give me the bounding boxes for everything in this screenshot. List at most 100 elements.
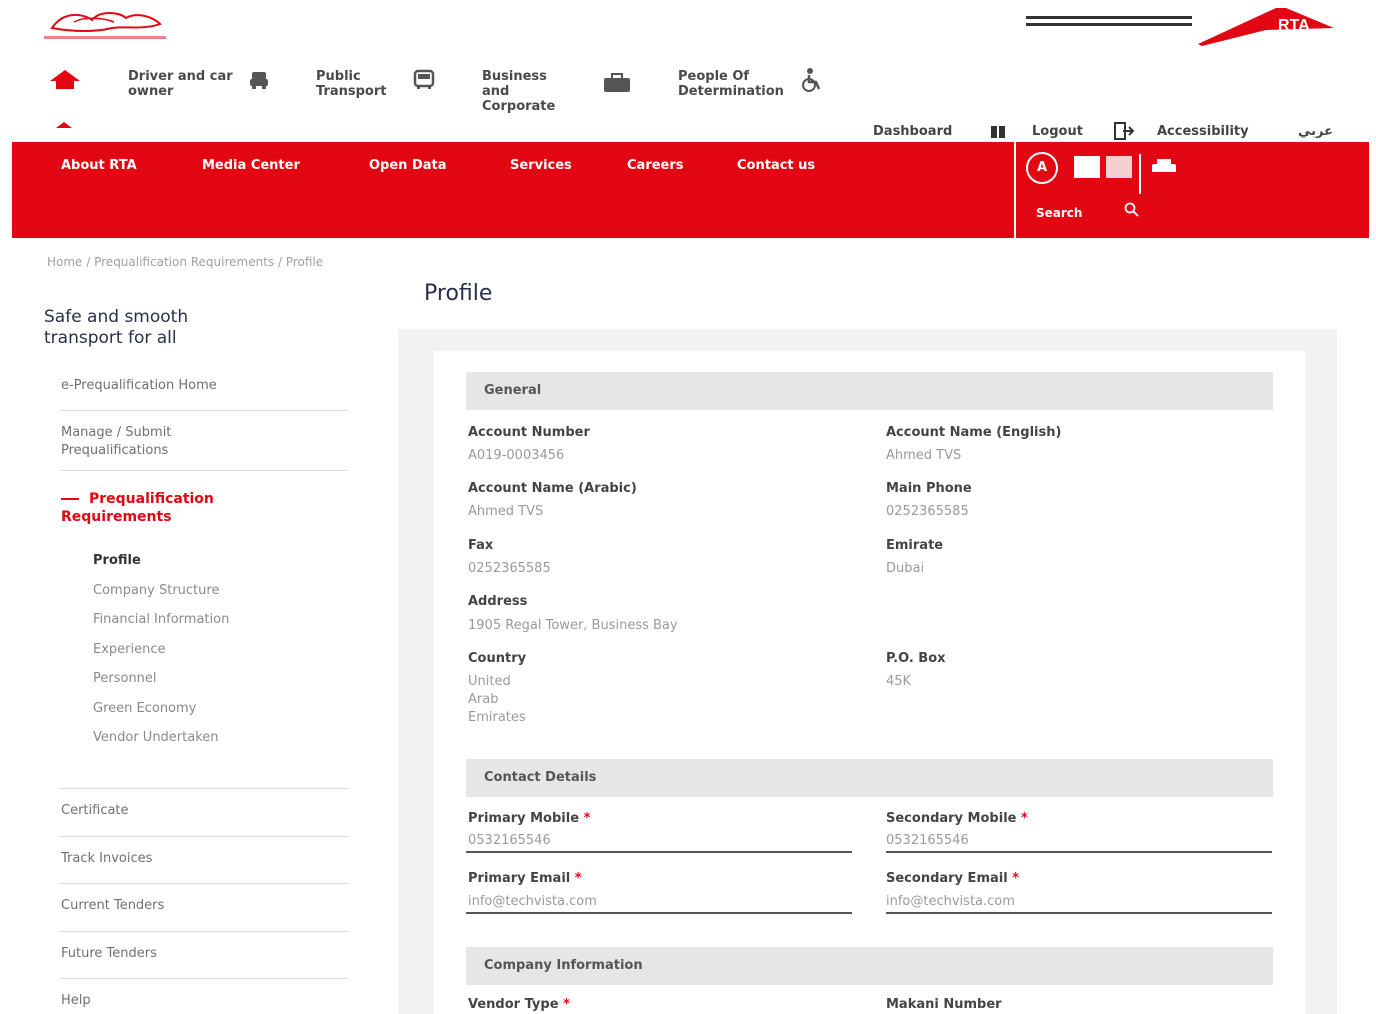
required-marker: * xyxy=(574,871,582,886)
breadcrumb[interactable]: Home / Prequalification Requirements / P… xyxy=(47,255,323,269)
page-title: Profile xyxy=(424,281,493,306)
wheelchair-icon xyxy=(798,67,824,97)
nav-media-center[interactable]: Media Center xyxy=(202,158,300,173)
primary-email-label-text: Primary Email xyxy=(468,871,571,886)
secondary-mobile-field[interactable]: 0532165546 xyxy=(886,832,969,850)
print-icon[interactable] xyxy=(1150,158,1178,178)
sidebar-divider xyxy=(59,978,349,979)
sidebar-item-certificate[interactable]: Certificate xyxy=(61,802,331,820)
secondary-email-field[interactable]: info@techvista.com xyxy=(886,893,1015,911)
category-label: People Of Determination xyxy=(678,69,784,99)
account-name-en-value: Ahmed TVS xyxy=(886,448,962,463)
briefcase-icon xyxy=(602,73,632,97)
sidebar-sub-profile[interactable]: Profile xyxy=(93,553,141,568)
sidebar-divider xyxy=(59,883,349,884)
vendor-type-label: Vendor Type * xyxy=(468,997,570,1012)
account-number-value: A019-0003456 xyxy=(468,448,565,463)
primary-mobile-label-text: Primary Mobile xyxy=(468,811,580,826)
active-dash xyxy=(61,498,79,500)
main-navbar: About RTA Media Center Open Data Service… xyxy=(12,142,1369,238)
main-phone-value: 0252365585 xyxy=(886,504,969,519)
dashboard-label: Dashboard xyxy=(873,124,953,139)
account-name-ar-value: Ahmed TVS xyxy=(468,504,544,519)
nav-open-data[interactable]: Open Data xyxy=(369,158,447,173)
car-icon xyxy=(248,69,270,95)
secondary-mobile-label-text: Secondary Mobile xyxy=(886,811,1017,826)
account-name-ar-label: Account Name (Arabic) xyxy=(468,481,637,496)
sidebar-item-track-invoices[interactable]: Track Invoices xyxy=(61,850,331,868)
emirate-label: Emirate xyxy=(886,538,944,553)
profile-card xyxy=(434,351,1305,1014)
country-value-line1: United xyxy=(468,674,511,689)
sidebar-item-prequalification-requirements[interactable]: Prequalification Requirements xyxy=(61,490,321,526)
address-value: 1905 Regal Tower, Business Bay xyxy=(468,618,678,633)
contrast-red-button[interactable] xyxy=(1106,156,1132,178)
address-label: Address xyxy=(468,594,528,609)
country-label: Country xyxy=(468,651,527,666)
accessibility-link[interactable]: Accessibility xyxy=(1157,124,1249,139)
sidebar-item-future-tenders[interactable]: Future Tenders xyxy=(61,945,331,963)
sidebar-sub-experience[interactable]: Experience xyxy=(93,642,166,657)
makani-number-label: Makani Number xyxy=(886,997,1002,1012)
logout-icon xyxy=(1114,122,1135,144)
primary-email-field[interactable]: info@techvista.com xyxy=(468,893,597,911)
primary-email-underline xyxy=(466,912,852,914)
navbar-divider xyxy=(1139,154,1141,194)
primary-mobile-label: Primary Mobile * xyxy=(468,811,590,826)
sidebar-sub-green-economy[interactable]: Green Economy xyxy=(93,701,196,716)
bus-icon xyxy=(412,69,436,95)
sidebar-divider xyxy=(59,931,349,932)
rta-logo[interactable]: RTA xyxy=(1026,8,1336,48)
secondary-email-underline xyxy=(886,912,1272,914)
required-marker: * xyxy=(1012,871,1020,886)
sidebar-divider xyxy=(59,410,349,411)
emirate-value: Dubai xyxy=(886,561,925,576)
sidebar-sub-vendor-undertaken[interactable]: Vendor Undertaken xyxy=(93,730,219,745)
section-general-heading: General xyxy=(466,372,1273,410)
sidebar-sub-personnel[interactable]: Personnel xyxy=(93,671,157,686)
country-value-line2: Arab xyxy=(468,692,499,707)
nav-contact-us[interactable]: Contact us xyxy=(737,158,815,173)
vendor-type-label-text: Vendor Type xyxy=(468,997,559,1012)
dashboard-icon xyxy=(990,124,1006,143)
dashboard-link[interactable]: Dashboard xyxy=(873,124,952,139)
main-phone-label: Main Phone xyxy=(886,481,972,496)
sidebar-divider xyxy=(59,836,349,837)
sidebar-item-help[interactable]: Help xyxy=(61,992,331,1010)
font-size-toggle[interactable]: A xyxy=(1026,152,1058,184)
primary-mobile-underline xyxy=(466,851,852,853)
primary-mobile-field[interactable]: 0532165546 xyxy=(468,832,551,850)
required-marker: * xyxy=(1021,811,1028,826)
search-button[interactable]: Search xyxy=(1036,206,1082,220)
navbar-divider xyxy=(1014,142,1016,238)
nav-about-rta[interactable]: About RTA xyxy=(61,158,137,173)
sidebar-sub-financial-information[interactable]: Financial Information xyxy=(93,612,229,627)
secondary-mobile-underline xyxy=(886,851,1272,853)
language-switch-arabic[interactable]: عربي xyxy=(1298,124,1333,139)
nav-careers[interactable]: Careers xyxy=(627,158,684,173)
sidebar-item-eprequalification-home[interactable]: e-Prequalification Home xyxy=(61,377,331,395)
secondary-email-label: Secondary Email * xyxy=(886,871,1019,886)
required-marker: * xyxy=(563,997,570,1012)
accessibility-label: Accessibility xyxy=(1157,124,1249,139)
home-icon[interactable] xyxy=(48,68,82,94)
active-indicator xyxy=(56,122,72,128)
primary-email-label: Primary Email * xyxy=(468,871,582,886)
contrast-white-button[interactable] xyxy=(1074,156,1100,178)
sidebar-item-current-tenders[interactable]: Current Tenders xyxy=(61,897,331,915)
government-of-dubai-logo[interactable] xyxy=(44,6,166,42)
section-company-heading: Company Information xyxy=(466,947,1273,985)
secondary-email-label-text: Secondary Email xyxy=(886,871,1008,886)
sidebar-active-label: Prequalification Requirements xyxy=(61,491,214,525)
fax-value: 0252365585 xyxy=(468,561,551,576)
category-label: Business and Corporate xyxy=(482,69,556,114)
logout-link[interactable]: Logout xyxy=(1032,124,1083,139)
category-label: Public Transport xyxy=(316,69,387,99)
sidebar-item-manage-submit[interactable]: Manage / Submit Prequalifications xyxy=(61,424,241,460)
sidebar-sub-company-structure[interactable]: Company Structure xyxy=(93,583,219,598)
nav-services[interactable]: Services xyxy=(510,158,572,173)
account-number-label: Account Number xyxy=(468,425,590,440)
fax-label: Fax xyxy=(468,538,494,553)
search-icon[interactable] xyxy=(1124,202,1140,222)
secondary-mobile-label: Secondary Mobile * xyxy=(886,811,1028,826)
